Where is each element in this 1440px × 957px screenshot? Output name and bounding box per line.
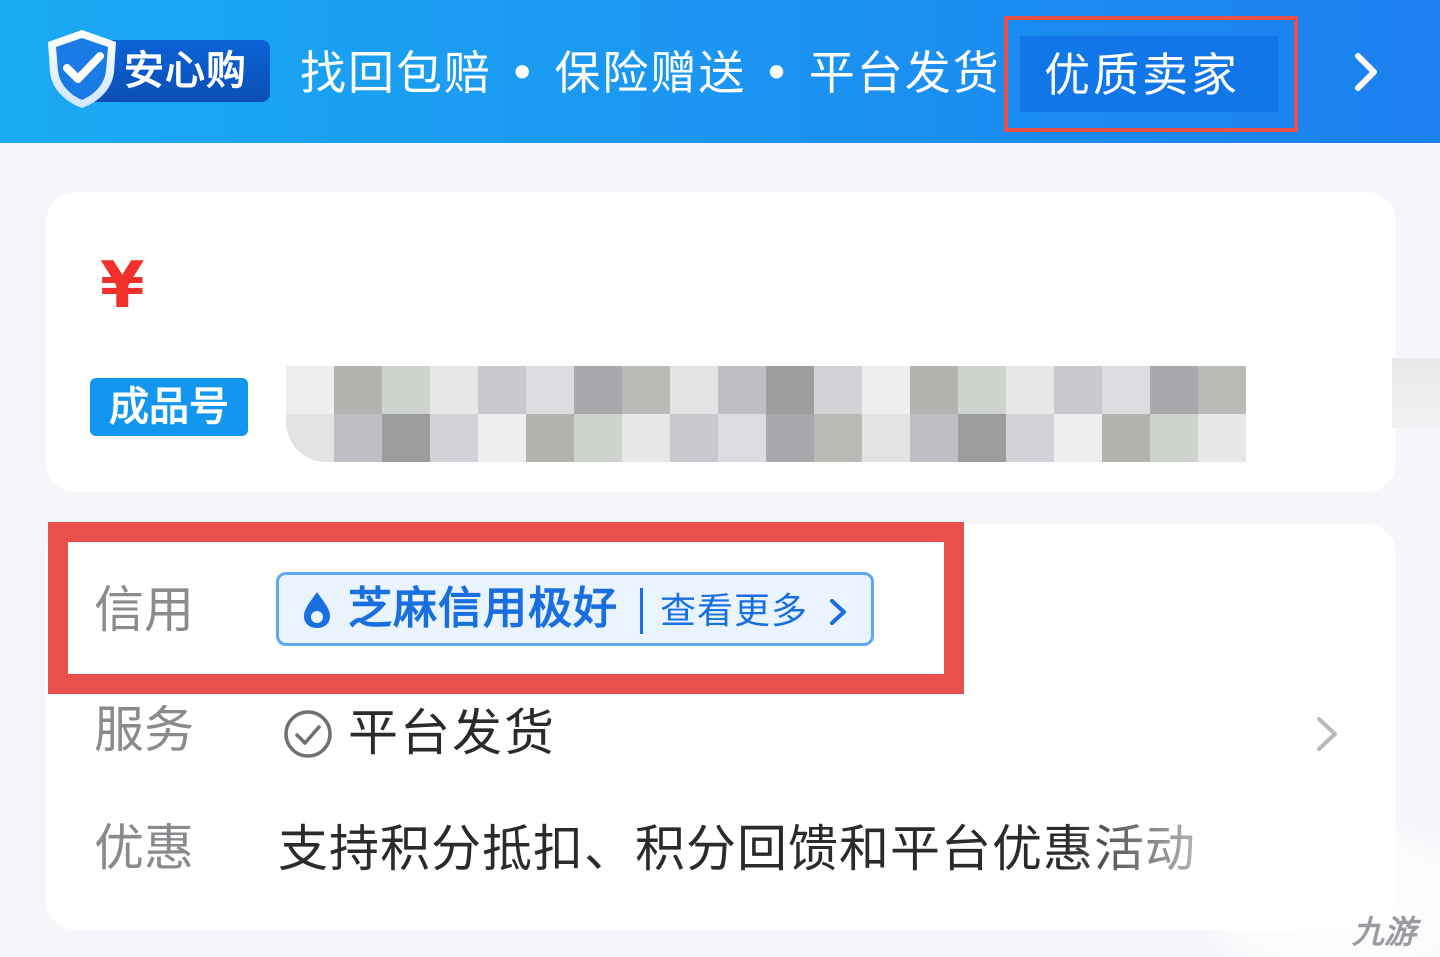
- mosaic-tile: [862, 414, 910, 462]
- mosaic-tile: [766, 414, 814, 462]
- mosaic-tile: [1150, 414, 1198, 462]
- service-value: 平台发货: [348, 704, 556, 762]
- mosaic-tile: [1150, 366, 1198, 414]
- check-circle-icon: [284, 710, 332, 758]
- mosaic-tile: [622, 366, 670, 414]
- mosaic-tile: [478, 414, 526, 462]
- mosaic-tile: [574, 414, 622, 462]
- mosaic-tile: [910, 366, 958, 414]
- mosaic-tile: [718, 414, 766, 462]
- edge-mosaic-redaction: [1392, 358, 1440, 428]
- mosaic-tile: [1054, 414, 1102, 462]
- credit-highlight-box: [48, 522, 964, 694]
- mosaic-tile: [526, 414, 574, 462]
- mosaic-tile: [814, 414, 862, 462]
- mosaic-tile: [334, 414, 382, 462]
- chevron-right-icon[interactable]: [1346, 48, 1386, 96]
- mosaic-tile: [430, 414, 478, 462]
- banner-slogan: 找回包赔 • 保险赠送 • 平台发货: [300, 46, 1001, 100]
- mosaic-tile: [814, 366, 862, 414]
- badge-label: 安心购: [124, 48, 247, 94]
- mosaic-tile: [1102, 366, 1150, 414]
- finished-account-tag: 成品号: [90, 378, 248, 436]
- mosaic-tile: [766, 366, 814, 414]
- mosaic-tile: [910, 414, 958, 462]
- mosaic-tile: [430, 366, 478, 414]
- title-mosaic-redaction: [286, 366, 1248, 462]
- watermark-logo: 九游: [1352, 913, 1417, 951]
- mosaic-tile: [574, 366, 622, 414]
- mosaic-tile: [622, 414, 670, 462]
- top-banner[interactable]: 安心购 找回包赔 • 保险赠送 • 平台发货 优质卖家: [0, 0, 1440, 143]
- currency-symbol: ¥: [100, 249, 145, 323]
- mosaic-tile: [862, 366, 910, 414]
- mosaic-tile: [1198, 366, 1246, 414]
- quality-seller-highlight-box: [1004, 16, 1298, 132]
- mosaic-tile: [1198, 414, 1246, 462]
- mosaic-tile: [958, 366, 1006, 414]
- mosaic-tile: [1006, 366, 1054, 414]
- promo-value: 支持积分抵扣、积分回馈和平台优惠活动: [278, 820, 1196, 878]
- mosaic-tile: [478, 366, 526, 414]
- mosaic-tile: [670, 414, 718, 462]
- mosaic-tile: [670, 366, 718, 414]
- chevron-right-icon[interactable]: [1314, 714, 1340, 754]
- mosaic-tile: [526, 366, 574, 414]
- mosaic-tile: [1102, 414, 1150, 462]
- mosaic-tile: [958, 414, 1006, 462]
- mosaic-tile: [334, 366, 382, 414]
- anxingou-badge: 安心购: [40, 26, 272, 110]
- mosaic-tile: [1054, 366, 1102, 414]
- price-blurred: ​ ​: [152, 226, 420, 326]
- mosaic-tile: [286, 366, 334, 414]
- mosaic-tile: [382, 414, 430, 462]
- shield-check-icon: [48, 30, 116, 108]
- mosaic-tile: [1006, 414, 1054, 462]
- promo-label: 优惠: [94, 819, 194, 877]
- mosaic-tile: [382, 366, 430, 414]
- service-label: 服务: [94, 701, 194, 759]
- mosaic-tile: [718, 366, 766, 414]
